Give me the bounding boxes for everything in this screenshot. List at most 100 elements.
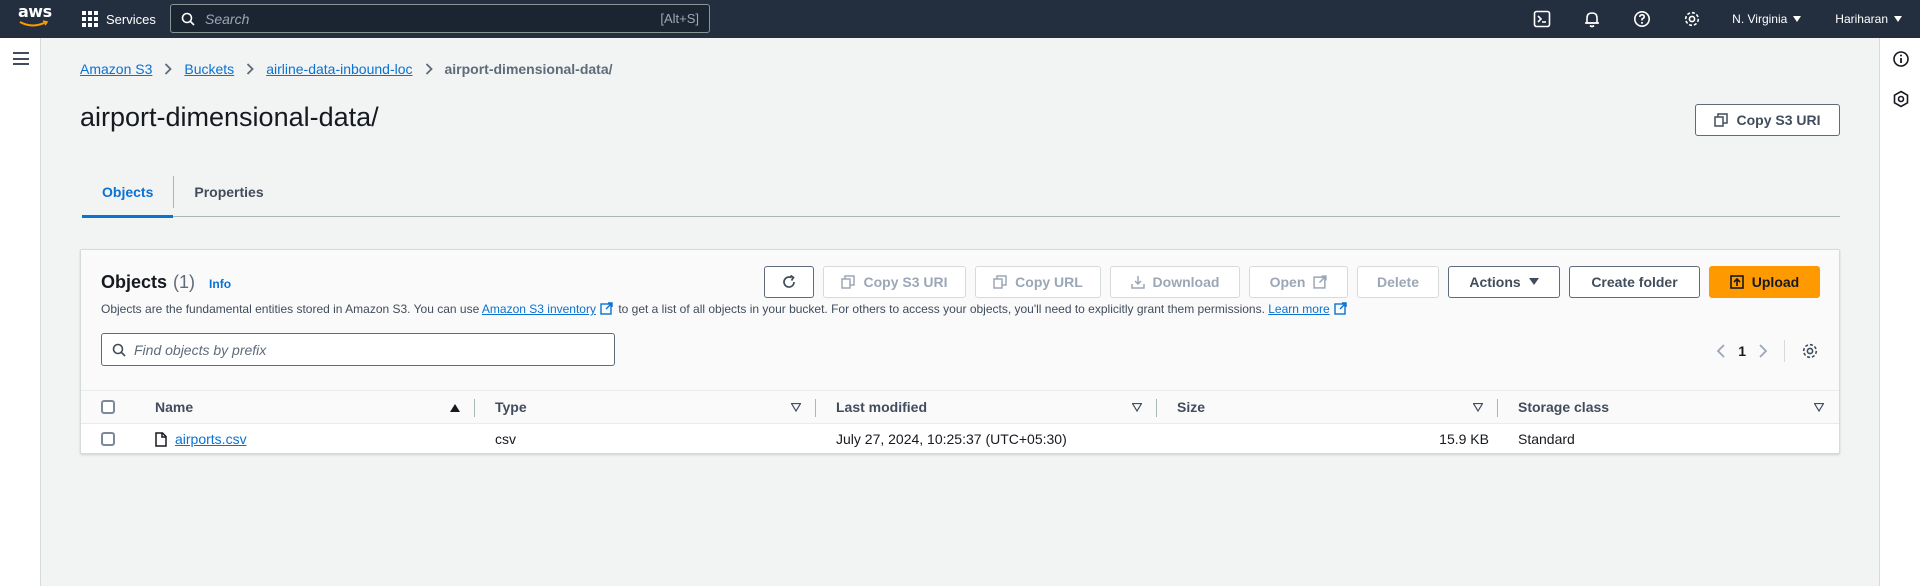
pagination: 1 bbox=[1716, 340, 1819, 362]
refresh-button[interactable] bbox=[764, 266, 814, 298]
row-select-checkbox[interactable] bbox=[101, 432, 115, 446]
copy-icon bbox=[993, 275, 1007, 289]
breadcrumb-bucket[interactable]: airline-data-inbound-loc bbox=[266, 61, 412, 77]
table-preferences-gear-icon[interactable] bbox=[1801, 342, 1819, 360]
upload-label: Upload bbox=[1751, 274, 1800, 290]
caret-down-icon bbox=[1528, 278, 1539, 285]
info-link[interactable]: Info bbox=[209, 277, 231, 291]
object-last-modified-cell: July 27, 2024, 10:25:37 (UTC+05:30) bbox=[836, 431, 1067, 447]
objects-toolbar: Copy S3 URI Copy URL Download Open Delet… bbox=[764, 266, 1820, 298]
object-type-cell: csv bbox=[495, 431, 516, 447]
open-label: Open bbox=[1269, 274, 1306, 290]
notifications-bell-icon[interactable] bbox=[1582, 9, 1602, 29]
row-checkbox-cell bbox=[101, 424, 115, 454]
external-link-icon bbox=[600, 302, 613, 315]
column-header-storage-class[interactable]: Storage class bbox=[1518, 391, 1609, 423]
region-label: N. Virginia bbox=[1732, 12, 1788, 26]
settings-gear-icon[interactable] bbox=[1682, 9, 1702, 29]
external-link-icon bbox=[1313, 275, 1328, 289]
chevron-right-icon bbox=[164, 63, 173, 75]
column-divider bbox=[815, 399, 816, 417]
refresh-icon bbox=[783, 274, 795, 288]
select-all-checkbox[interactable] bbox=[101, 400, 115, 414]
external-link-icon bbox=[1333, 302, 1347, 315]
chevron-right-icon bbox=[425, 63, 433, 75]
previous-page-icon[interactable] bbox=[1716, 343, 1726, 359]
find-objects-placeholder: Find objects by prefix bbox=[134, 341, 267, 358]
desc-text-1: Objects are the fundamental entities sto… bbox=[101, 302, 482, 316]
upload-button[interactable]: Upload bbox=[1709, 266, 1820, 298]
delete-button[interactable]: Delete bbox=[1357, 266, 1439, 298]
s3-inventory-link[interactable]: Amazon S3 inventory bbox=[482, 302, 596, 316]
tab-properties[interactable]: Properties bbox=[174, 168, 283, 216]
search-icon bbox=[112, 343, 126, 357]
account-menu[interactable]: Hariharan bbox=[1835, 12, 1902, 26]
column-header-size[interactable]: Size bbox=[1177, 391, 1205, 423]
file-icon bbox=[155, 431, 167, 447]
create-folder-label: Create folder bbox=[1591, 274, 1678, 290]
actions-dropdown[interactable]: Actions bbox=[1448, 266, 1560, 298]
object-name-cell: airports.csv bbox=[155, 424, 247, 454]
delete-label: Delete bbox=[1376, 274, 1420, 290]
objects-panel: Objects (1) Info Objects are the fundame… bbox=[80, 249, 1840, 454]
open-button[interactable]: Open bbox=[1249, 266, 1348, 298]
column-divider bbox=[474, 399, 475, 417]
next-page-icon[interactable] bbox=[1758, 343, 1768, 359]
copy-s3-uri-label: Copy S3 URI bbox=[1736, 112, 1821, 128]
breadcrumb-buckets[interactable]: Buckets bbox=[184, 61, 234, 77]
download-button[interactable]: Download bbox=[1110, 266, 1240, 298]
column-header-name[interactable]: Name bbox=[155, 391, 193, 423]
copy-icon bbox=[1714, 113, 1729, 127]
info-panel-icon[interactable] bbox=[1892, 50, 1910, 68]
copy-s3-uri-button[interactable]: Copy S3 URI bbox=[1695, 104, 1840, 136]
actions-label: Actions bbox=[1469, 274, 1521, 290]
right-side-rail bbox=[1879, 38, 1920, 586]
table-row: airports.csv csv July 27, 2024, 10:25:37… bbox=[81, 424, 1839, 454]
services-menu[interactable]: Services bbox=[82, 0, 156, 38]
breadcrumb-amazon-s3[interactable]: Amazon S3 bbox=[80, 61, 152, 77]
find-objects-input[interactable]: Find objects by prefix bbox=[101, 333, 615, 366]
tab-objects[interactable]: Objects bbox=[82, 168, 174, 218]
search-placeholder: Search bbox=[205, 10, 250, 27]
pager-divider bbox=[1784, 340, 1785, 362]
breadcrumb-current: airport-dimensional-data/ bbox=[444, 61, 613, 77]
sort-icon[interactable] bbox=[1132, 403, 1142, 412]
current-page-number[interactable]: 1 bbox=[1738, 343, 1746, 359]
learn-more-link[interactable]: Learn more bbox=[1268, 302, 1329, 316]
help-icon[interactable] bbox=[1632, 9, 1652, 29]
page-title: airport-dimensional-data/ bbox=[80, 102, 379, 132]
aws-logo[interactable]: aws bbox=[18, 4, 52, 32]
column-divider bbox=[1156, 399, 1157, 417]
aws-logo-text: aws bbox=[18, 2, 52, 21]
copy-url-button[interactable]: Copy URL bbox=[975, 266, 1101, 298]
sort-icon[interactable] bbox=[1473, 403, 1483, 412]
select-all-checkbox-cell bbox=[101, 391, 115, 423]
tabs: Objects Properties bbox=[82, 168, 1840, 218]
left-side-rail bbox=[0, 38, 41, 586]
desc-text-2: to get a list of all objects in your buc… bbox=[614, 302, 1269, 316]
column-divider bbox=[1497, 399, 1498, 417]
menu-hamburger-icon[interactable] bbox=[13, 52, 29, 65]
column-header-type[interactable]: Type bbox=[495, 391, 527, 423]
copy-s3-uri-toolbar-button[interactable]: Copy S3 URI bbox=[823, 266, 966, 298]
sort-ascending-icon[interactable] bbox=[450, 403, 460, 412]
account-name: Hariharan bbox=[1835, 12, 1888, 26]
grid-icon bbox=[82, 11, 98, 27]
object-size-cell: 15.9 KB bbox=[1439, 431, 1489, 447]
sort-icon[interactable] bbox=[1814, 403, 1824, 412]
object-name-link[interactable]: airports.csv bbox=[175, 431, 247, 447]
services-label: Services bbox=[106, 11, 156, 27]
cloudshell-icon[interactable] bbox=[1532, 9, 1552, 29]
download-label: Download bbox=[1152, 274, 1220, 290]
top-navigation: aws Services Search [Alt+S] N. Virginia … bbox=[0, 0, 1920, 38]
region-selector[interactable]: N. Virginia bbox=[1732, 12, 1802, 26]
copy-icon bbox=[841, 275, 856, 289]
create-folder-button[interactable]: Create folder bbox=[1569, 266, 1700, 298]
cloudshell-panel-icon[interactable] bbox=[1892, 90, 1910, 108]
upload-icon bbox=[1729, 275, 1744, 289]
sort-icon[interactable] bbox=[791, 403, 801, 412]
table-header: Name Type Last modified Size Storage cla… bbox=[81, 390, 1839, 424]
global-search-input[interactable]: Search [Alt+S] bbox=[170, 4, 710, 33]
column-header-last-modified[interactable]: Last modified bbox=[836, 391, 927, 423]
breadcrumb: Amazon S3 Buckets airline-data-inbound-l… bbox=[80, 60, 613, 78]
